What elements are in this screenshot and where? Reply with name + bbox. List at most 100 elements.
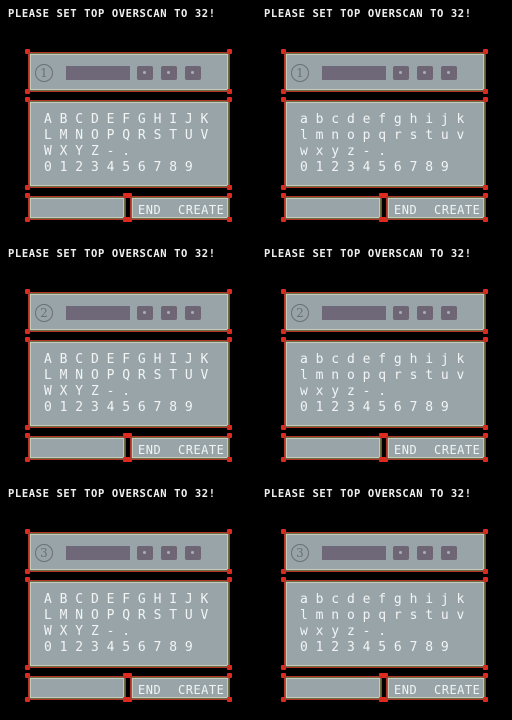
resize-handle[interactable]	[383, 433, 388, 438]
resize-handle[interactable]	[227, 337, 232, 342]
resize-handle[interactable]	[483, 49, 488, 54]
end-button[interactable]: END	[138, 203, 161, 217]
knob-button[interactable]	[393, 546, 409, 560]
end-button[interactable]: END	[394, 443, 417, 457]
resize-handle[interactable]	[227, 89, 232, 94]
character-row[interactable]: 0 1 2 3 4 5 6 7 8 9	[44, 400, 208, 416]
knob-button[interactable]	[441, 306, 457, 320]
resize-handle[interactable]	[483, 577, 488, 582]
resize-handle[interactable]	[281, 665, 286, 670]
resize-handle[interactable]	[281, 193, 286, 198]
knob-button[interactable]	[417, 546, 433, 560]
resize-handle[interactable]	[483, 569, 488, 574]
resize-handle[interactable]	[25, 329, 30, 334]
resize-handle[interactable]	[483, 337, 488, 342]
resize-handle[interactable]	[227, 289, 232, 294]
resize-handle[interactable]	[25, 697, 30, 702]
knob-button[interactable]	[185, 66, 201, 80]
resize-handle[interactable]	[25, 193, 30, 198]
resize-handle[interactable]	[281, 425, 286, 430]
character-row[interactable]: 0 1 2 3 4 5 6 7 8 9	[300, 400, 464, 416]
resize-handle[interactable]	[25, 97, 30, 102]
resize-handle[interactable]	[25, 457, 30, 462]
knob-button[interactable]	[393, 306, 409, 320]
character-row[interactable]: w x y z - .	[300, 624, 464, 640]
resize-handle[interactable]	[25, 89, 30, 94]
character-row[interactable]: W X Y Z - .	[44, 384, 208, 400]
resize-handle[interactable]	[227, 569, 232, 574]
character-grid[interactable]: A B C D E F G H I J KL M N O P Q R S T U…	[44, 592, 208, 656]
resize-handle[interactable]	[227, 433, 232, 438]
resize-handle[interactable]	[281, 185, 286, 190]
end-button[interactable]: END	[394, 203, 417, 217]
character-row[interactable]: 0 1 2 3 4 5 6 7 8 9	[44, 160, 208, 176]
resize-handle[interactable]	[25, 577, 30, 582]
character-grid[interactable]: A B C D E F G H I J KL M N O P Q R S T U…	[44, 352, 208, 416]
resize-handle[interactable]	[483, 89, 488, 94]
resize-handle[interactable]	[227, 697, 232, 702]
resize-handle[interactable]	[281, 433, 286, 438]
character-row[interactable]: l m n o p q r s t u v	[300, 128, 464, 144]
character-grid[interactable]: A B C D E F G H I J KL M N O P Q R S T U…	[44, 112, 208, 176]
knob-button[interactable]	[417, 66, 433, 80]
character-row[interactable]: l m n o p q r s t u v	[300, 368, 464, 384]
character-row[interactable]: L M N O P Q R S T U V	[44, 128, 208, 144]
create-button[interactable]: CREATE	[178, 683, 224, 697]
resize-handle[interactable]	[227, 329, 232, 334]
knob-button[interactable]	[161, 66, 177, 80]
resize-handle[interactable]	[25, 569, 30, 574]
knob-button[interactable]	[137, 306, 153, 320]
resize-handle[interactable]	[25, 433, 30, 438]
character-row[interactable]: a b c d e f g h i j k	[300, 592, 464, 608]
resize-handle[interactable]	[281, 289, 286, 294]
character-grid[interactable]: a b c d e f g h i j kl m n o p q r s t u…	[300, 112, 464, 176]
character-row[interactable]: L M N O P Q R S T U V	[44, 608, 208, 624]
create-button[interactable]: CREATE	[434, 443, 480, 457]
character-row[interactable]: a b c d e f g h i j k	[300, 112, 464, 128]
resize-handle[interactable]	[25, 337, 30, 342]
knob-button[interactable]	[137, 66, 153, 80]
resize-handle[interactable]	[483, 433, 488, 438]
resize-handle[interactable]	[127, 217, 132, 222]
end-button[interactable]: END	[138, 443, 161, 457]
knob-button[interactable]	[137, 546, 153, 560]
resize-handle[interactable]	[227, 673, 232, 678]
create-button[interactable]: CREATE	[434, 683, 480, 697]
character-row[interactable]: 0 1 2 3 4 5 6 7 8 9	[300, 160, 464, 176]
resize-handle[interactable]	[483, 193, 488, 198]
resize-handle[interactable]	[25, 673, 30, 678]
resize-handle[interactable]	[227, 97, 232, 102]
resize-handle[interactable]	[25, 49, 30, 54]
resize-handle[interactable]	[127, 673, 132, 678]
resize-handle[interactable]	[227, 457, 232, 462]
character-row[interactable]: 0 1 2 3 4 5 6 7 8 9	[44, 640, 208, 656]
resize-handle[interactable]	[25, 665, 30, 670]
resize-handle[interactable]	[281, 89, 286, 94]
knob-button[interactable]	[417, 306, 433, 320]
resize-handle[interactable]	[227, 217, 232, 222]
resize-handle[interactable]	[483, 185, 488, 190]
resize-handle[interactable]	[281, 673, 286, 678]
resize-handle[interactable]	[281, 97, 286, 102]
resize-handle[interactable]	[483, 457, 488, 462]
character-grid[interactable]: a b c d e f g h i j kl m n o p q r s t u…	[300, 592, 464, 656]
resize-handle[interactable]	[483, 97, 488, 102]
resize-handle[interactable]	[127, 193, 132, 198]
resize-handle[interactable]	[281, 697, 286, 702]
character-row[interactable]: w x y z - .	[300, 384, 464, 400]
knob-button[interactable]	[441, 66, 457, 80]
resize-handle[interactable]	[227, 193, 232, 198]
resize-handle[interactable]	[127, 457, 132, 462]
resize-handle[interactable]	[25, 217, 30, 222]
resize-handle[interactable]	[281, 329, 286, 334]
resize-handle[interactable]	[227, 425, 232, 430]
character-row[interactable]: w x y z - .	[300, 144, 464, 160]
resize-handle[interactable]	[281, 217, 286, 222]
character-row[interactable]: L M N O P Q R S T U V	[44, 368, 208, 384]
resize-handle[interactable]	[281, 569, 286, 574]
character-row[interactable]: 0 1 2 3 4 5 6 7 8 9	[300, 640, 464, 656]
resize-handle[interactable]	[127, 433, 132, 438]
create-button[interactable]: CREATE	[178, 443, 224, 457]
resize-handle[interactable]	[383, 673, 388, 678]
resize-handle[interactable]	[383, 217, 388, 222]
